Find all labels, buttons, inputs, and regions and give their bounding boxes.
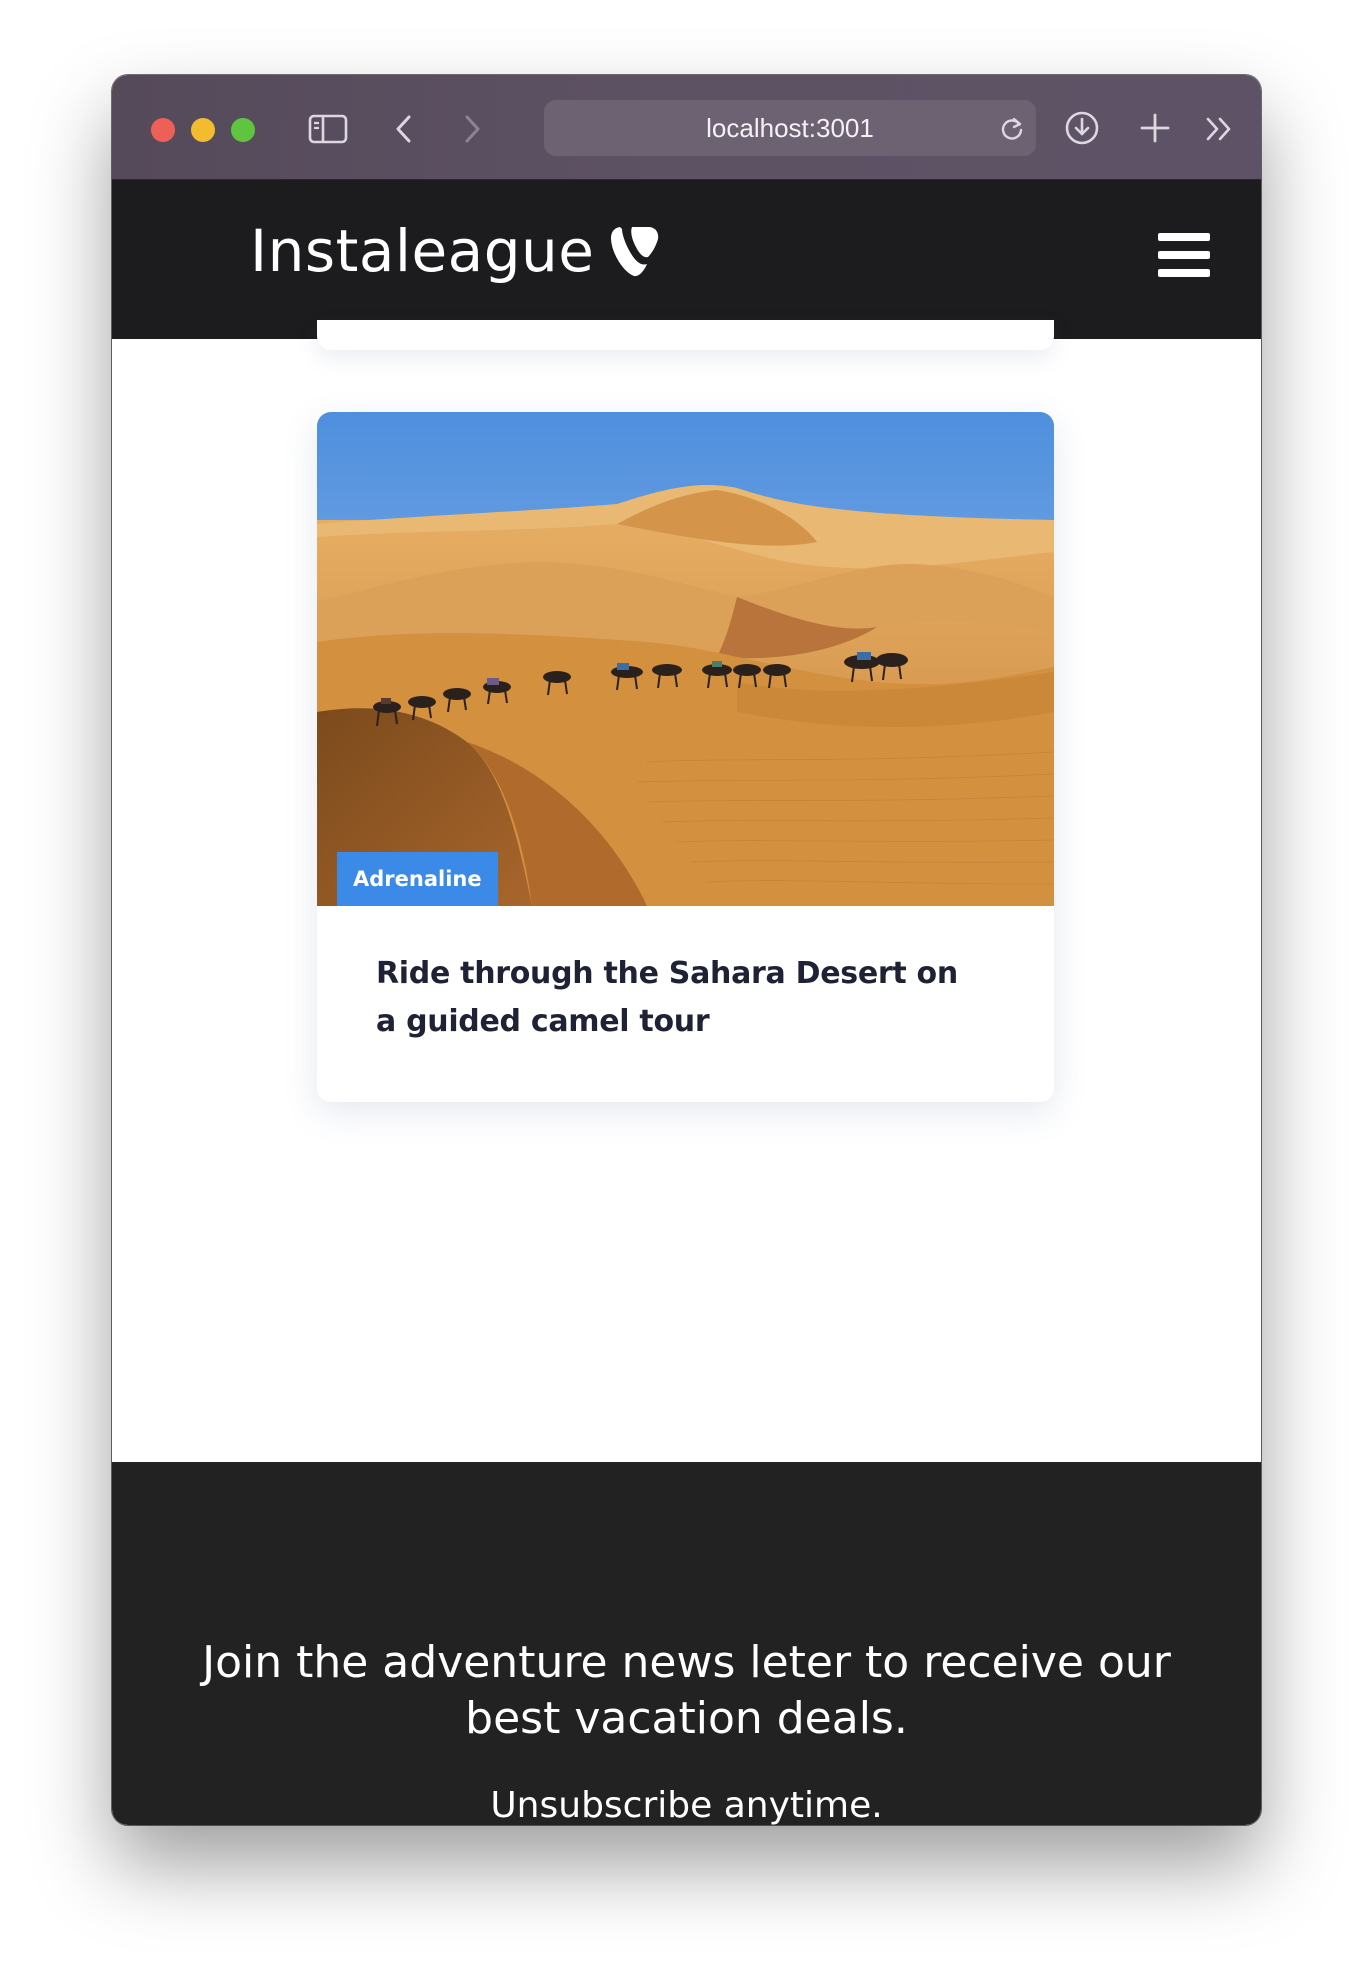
plus-icon[interactable] [1134, 107, 1176, 149]
address-bar-url[interactable]: localhost:3001 [544, 100, 1036, 156]
chevron-left-icon[interactable] [384, 109, 424, 149]
card-title[interactable]: Ride through the Sahara Desert on a guid… [376, 950, 976, 1046]
browser-window: localhost:3001 Instaleague Adrenaline Ri… [112, 75, 1261, 1825]
newsletter-footer: Join the adventure news leter to receive… [112, 1462, 1261, 1825]
site-header: Instaleague [112, 180, 1261, 339]
double-chevron-right-icon[interactable] [1198, 109, 1242, 149]
reload-icon[interactable] [992, 109, 1032, 149]
address-bar[interactable]: localhost:3001 [544, 100, 1036, 156]
chevron-right-icon[interactable] [452, 109, 492, 149]
page-viewport: Instaleague Adrenaline Ride through the … [112, 180, 1261, 1825]
download-icon[interactable] [1061, 107, 1103, 149]
article-card[interactable]: Adrenaline Ride through the Sahara Deser… [317, 412, 1054, 1102]
zoom-window-button[interactable] [231, 118, 255, 142]
brand-link[interactable]: Instaleague [250, 222, 660, 280]
desert-dunes-camel-caravan-photo [317, 412, 1054, 906]
newsletter-headline: Join the adventure news leter to receive… [202, 1637, 1171, 1744]
brand-name: Instaleague [250, 217, 595, 285]
close-window-button[interactable] [151, 118, 175, 142]
typo3-logo-icon [611, 227, 659, 277]
browser-titlebar: localhost:3001 [112, 75, 1261, 180]
hamburger-menu-icon[interactable] [1158, 233, 1210, 277]
minimize-window-button[interactable] [191, 118, 215, 142]
category-badge[interactable]: Adrenaline [337, 852, 498, 906]
previous-card-edge [317, 320, 1054, 350]
newsletter-subtext: Unsubscribe anytime. [490, 1785, 883, 1825]
sidebar-icon[interactable] [307, 109, 349, 149]
